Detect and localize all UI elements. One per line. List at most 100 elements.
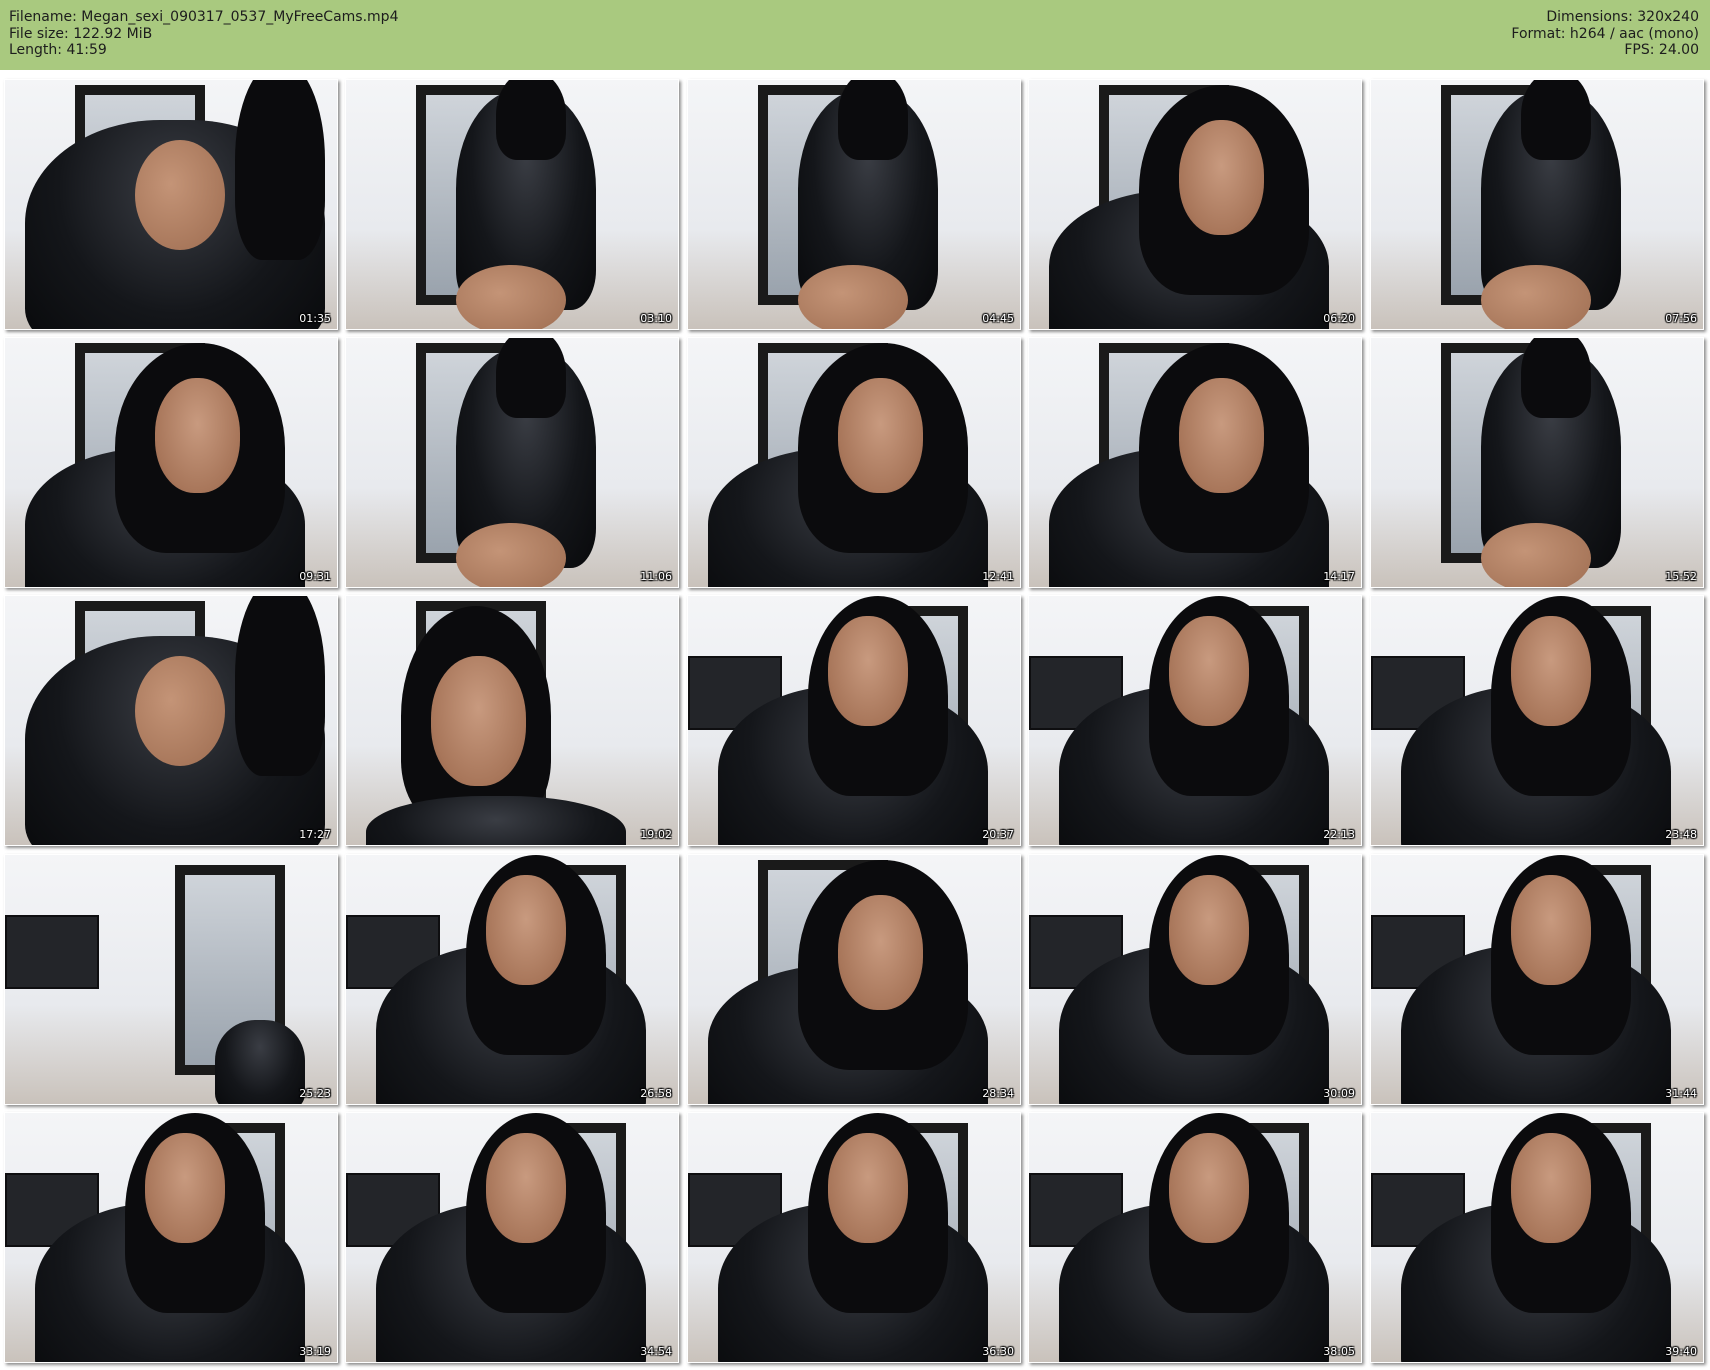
face-shape bbox=[486, 1133, 566, 1243]
hair-shape bbox=[838, 80, 908, 160]
thumbnail-frame-image bbox=[1371, 855, 1703, 1104]
thumbnail-frame-image bbox=[5, 855, 337, 1104]
video-thumbnail[interactable]: 19:02 bbox=[345, 595, 679, 846]
face-shape bbox=[838, 895, 923, 1010]
video-thumbnail[interactable]: 22:13 bbox=[1028, 595, 1362, 846]
face-shape bbox=[1511, 1133, 1591, 1243]
face-shape bbox=[145, 1133, 225, 1243]
thumbnail-frame-image bbox=[5, 80, 337, 329]
thumbnail-timestamp: 14:17 bbox=[1323, 570, 1355, 583]
face-shape bbox=[1179, 378, 1264, 493]
video-thumbnail[interactable]: 39:40 bbox=[1370, 1112, 1704, 1363]
thumbnail-frame-image bbox=[5, 596, 337, 845]
thumbnail-frame-image bbox=[688, 338, 1020, 587]
video-thumbnail[interactable]: 25:23 bbox=[4, 854, 338, 1105]
thumbnail-timestamp: 03:10 bbox=[640, 312, 672, 325]
video-thumbnail[interactable]: 06:20 bbox=[1028, 79, 1362, 330]
thumbnail-timestamp: 30:09 bbox=[1323, 1087, 1355, 1100]
thumbnail-frame-image bbox=[1029, 596, 1361, 845]
thumbnail-frame-image bbox=[346, 855, 678, 1104]
video-thumbnail[interactable]: 14:17 bbox=[1028, 337, 1362, 588]
thumbnail-timestamp: 28:34 bbox=[982, 1087, 1014, 1100]
file-info-left: Filename: Megan_sexi_090317_0537_MyFreeC… bbox=[9, 9, 398, 59]
thumbnail-timestamp: 26:58 bbox=[640, 1087, 672, 1100]
video-thumbnail[interactable]: 28:34 bbox=[687, 854, 1021, 1105]
video-thumbnail[interactable]: 12:41 bbox=[687, 337, 1021, 588]
video-thumbnail[interactable]: 15:52 bbox=[1370, 337, 1704, 588]
hair-shape bbox=[1521, 80, 1591, 160]
face-shape bbox=[1511, 875, 1591, 985]
thumbnail-frame-image bbox=[346, 338, 678, 587]
video-thumbnail[interactable]: 01:35 bbox=[4, 79, 338, 330]
thumbnail-frame-image bbox=[688, 596, 1020, 845]
thumbnail-timestamp: 23:48 bbox=[1665, 828, 1697, 841]
hair-shape bbox=[496, 338, 566, 418]
video-thumbnail[interactable]: 38:05 bbox=[1028, 1112, 1362, 1363]
video-thumbnail[interactable]: 26:58 bbox=[345, 854, 679, 1105]
skin-area bbox=[135, 140, 225, 250]
video-thumbnail[interactable]: 03:10 bbox=[345, 79, 679, 330]
thumbnail-frame-image bbox=[5, 1113, 337, 1362]
thumbnail-timestamp: 22:13 bbox=[1323, 828, 1355, 841]
thumbnail-frame-image bbox=[1029, 1113, 1361, 1362]
file-info-header: Filename: Megan_sexi_090317_0537_MyFreeC… bbox=[0, 0, 1710, 70]
face-shape bbox=[155, 378, 240, 493]
skin-area bbox=[1481, 265, 1591, 329]
tv-screen bbox=[5, 915, 99, 989]
hair-shape bbox=[235, 80, 325, 260]
thumbnail-timestamp: 06:20 bbox=[1323, 312, 1355, 325]
thumbnail-frame-image bbox=[688, 855, 1020, 1104]
thumbnail-timestamp: 31:44 bbox=[1665, 1087, 1697, 1100]
thumbnail-timestamp: 04:45 bbox=[982, 312, 1014, 325]
thumbnail-timestamp: 09:31 bbox=[299, 570, 331, 583]
face-shape bbox=[486, 875, 566, 985]
thumbnail-timestamp: 11:06 bbox=[640, 570, 672, 583]
skin-area bbox=[456, 265, 566, 329]
thumbnail-timestamp: 33:19 bbox=[299, 1345, 331, 1358]
thumbnail-frame-image bbox=[1371, 80, 1703, 329]
thumbnail-timestamp: 38:05 bbox=[1323, 1345, 1355, 1358]
thumbnail-grid: 01:35 03:10 04:45 06:20 07:56 09:31 11:06 12:41… bbox=[4, 79, 1706, 1366]
face-shape bbox=[1169, 616, 1249, 726]
thumbnail-frame-image bbox=[1371, 338, 1703, 587]
video-thumbnail[interactable]: 17:27 bbox=[4, 595, 338, 846]
thumbnail-frame-image bbox=[5, 338, 337, 587]
face-shape bbox=[1179, 120, 1264, 235]
face-shape bbox=[431, 656, 526, 786]
thumbnail-timestamp: 15:52 bbox=[1665, 570, 1697, 583]
format-label: Format: h264 / aac (mono) bbox=[1511, 25, 1699, 42]
video-thumbnail[interactable]: 20:37 bbox=[687, 595, 1021, 846]
file-info-right: Dimensions: 320x240 Format: h264 / aac (… bbox=[1511, 9, 1699, 59]
length-label: Length: 41:59 bbox=[9, 42, 107, 58]
video-thumbnail[interactable]: 04:45 bbox=[687, 79, 1021, 330]
hair-shape bbox=[235, 596, 325, 776]
thumbnail-timestamp: 07:56 bbox=[1665, 312, 1697, 325]
thumbnail-frame-image bbox=[346, 1113, 678, 1362]
thumbnail-frame-image bbox=[1029, 80, 1361, 329]
video-thumbnail[interactable]: 33:19 bbox=[4, 1112, 338, 1363]
video-thumbnail[interactable]: 34:54 bbox=[345, 1112, 679, 1363]
thumbnail-timestamp: 19:02 bbox=[640, 828, 672, 841]
face-shape bbox=[1169, 875, 1249, 985]
video-thumbnail[interactable]: 11:06 bbox=[345, 337, 679, 588]
face-shape bbox=[828, 616, 908, 726]
skin-area bbox=[456, 523, 566, 587]
thumbnail-frame-image bbox=[1371, 596, 1703, 845]
face-shape bbox=[828, 1133, 908, 1243]
thumbnail-timestamp: 39:40 bbox=[1665, 1345, 1697, 1358]
video-thumbnail[interactable]: 23:48 bbox=[1370, 595, 1704, 846]
thumbnail-timestamp: 17:27 bbox=[299, 828, 331, 841]
video-thumbnail[interactable]: 09:31 bbox=[4, 337, 338, 588]
face-shape bbox=[1169, 1133, 1249, 1243]
video-thumbnail[interactable]: 36:30 bbox=[687, 1112, 1021, 1363]
chair-shape bbox=[215, 1020, 305, 1104]
video-thumbnail[interactable]: 07:56 bbox=[1370, 79, 1704, 330]
video-thumbnail[interactable]: 30:09 bbox=[1028, 854, 1362, 1105]
fps-label: FPS: 24.00 bbox=[1624, 42, 1699, 58]
face-shape bbox=[838, 378, 923, 493]
video-thumbnail[interactable]: 31:44 bbox=[1370, 854, 1704, 1105]
thumbnail-frame-image bbox=[1029, 338, 1361, 587]
thumbnail-frame-image bbox=[688, 80, 1020, 329]
face-shape bbox=[1511, 616, 1591, 726]
filesize-label: File size: 122.92 MiB bbox=[9, 25, 153, 42]
